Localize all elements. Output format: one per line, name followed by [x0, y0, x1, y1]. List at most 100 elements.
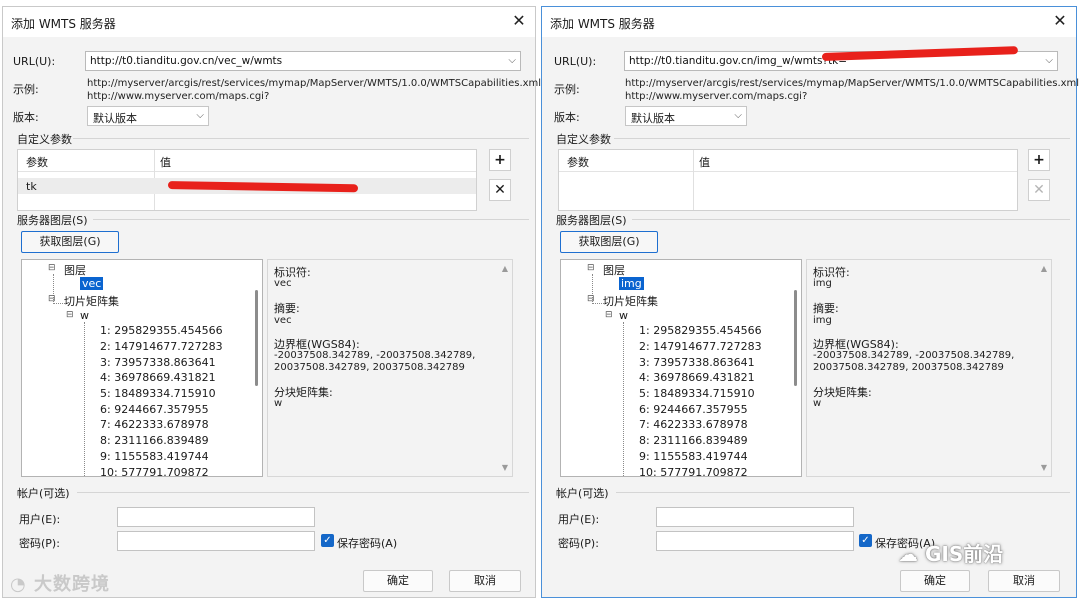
layer-details-panel: 标识符: img 摘要: img 边界框(WGS84): -20037508.3…	[806, 259, 1052, 477]
tree-node-level[interactable]: 2: 147914677.727283	[639, 340, 762, 353]
user-field[interactable]	[656, 507, 854, 527]
tree-node-level[interactable]: 1: 295829355.454566	[639, 324, 762, 337]
tree-node-level[interactable]: 8: 2311166.839489	[100, 434, 209, 447]
scroll-down-icon[interactable]: ▼	[502, 463, 508, 472]
user-field[interactable]	[117, 507, 315, 527]
tree-node-layer[interactable]: img	[619, 277, 644, 290]
layer-details-panel: 标识符: vec 摘要: vec 边界框(WGS84): -20037508.3…	[267, 259, 513, 477]
tree-node-level[interactable]: 3: 73957338.863641	[639, 356, 755, 369]
version-select[interactable]: 默认版本 ⌵	[87, 106, 209, 126]
save-password-checkbox[interactable]: ✓	[859, 534, 872, 547]
example-urls: http://myserver/arcgis/rest/services/mym…	[625, 77, 1079, 103]
cancel-button[interactable]: 取消	[988, 570, 1060, 592]
tree-node-level[interactable]: 9: 1155583.419744	[100, 450, 209, 463]
tree-node-level[interactable]: 9: 1155583.419744	[639, 450, 748, 463]
url-label: URL(U):	[13, 55, 56, 68]
collapse-icon[interactable]: ⊟	[605, 310, 613, 320]
tree-node-level[interactable]: 10: 577791.709872	[639, 466, 748, 476]
tree-node-level[interactable]: 7: 4622333.678978	[639, 418, 748, 431]
password-field[interactable]	[656, 531, 854, 551]
tree-node-level[interactable]: 5: 18489334.715910	[639, 387, 755, 400]
group-divider	[77, 492, 529, 493]
password-field[interactable]	[117, 531, 315, 551]
save-password-checkbox[interactable]: ✓	[321, 534, 334, 547]
url-combobox[interactable]: ⌵	[85, 51, 521, 71]
scroll-up-icon[interactable]: ▲	[502, 264, 508, 273]
tree-node-level[interactable]: 5: 18489334.715910	[100, 387, 216, 400]
version-select[interactable]: 默认版本 ⌵	[625, 106, 747, 126]
tree-node-level[interactable]: 8: 2311166.839489	[639, 434, 748, 447]
watermark-right-text: GIS前沿	[924, 542, 1004, 566]
tree-line	[623, 322, 624, 476]
tree-node-tile-matrix-sets[interactable]: 切片矩阵集	[64, 293, 119, 309]
param-name-cell[interactable]: tk	[26, 180, 37, 193]
identifier-value: vec	[274, 278, 292, 289]
account-label: 帐户(可选)	[17, 487, 70, 500]
add-param-button[interactable]: +	[489, 149, 511, 171]
layer-tree[interactable]: ⊟ 图层 img ⊟ 切片矩阵集 ⊟ w 1: 295829355.454566…	[560, 259, 802, 477]
cancel-button[interactable]: 取消	[449, 570, 521, 592]
remove-param-button[interactable]: ✕	[489, 179, 511, 201]
chevron-down-icon[interactable]: ⌵	[1045, 55, 1053, 66]
url-label: URL(U):	[554, 55, 597, 68]
tree-node-set[interactable]: w	[80, 309, 89, 322]
chevron-down-icon[interactable]: ⌵	[196, 110, 204, 121]
user-input[interactable]	[118, 508, 314, 526]
collapse-icon[interactable]: ⊟	[48, 294, 56, 304]
tree-node-level[interactable]: 6: 9244667.357955	[100, 403, 209, 416]
chevron-down-icon[interactable]: ⌵	[734, 110, 742, 121]
watermark-left: ◔ 大数跨境	[10, 570, 110, 596]
password-input[interactable]	[657, 532, 853, 550]
remove-param-button: ✕	[1028, 179, 1050, 201]
scrollbar-thumb[interactable]	[794, 290, 797, 386]
tree-node-layer[interactable]: vec	[80, 277, 104, 290]
chevron-down-icon[interactable]: ⌵	[508, 55, 516, 66]
details-scrollbar[interactable]: ▲ ▼	[496, 260, 512, 476]
tree-node-set[interactable]: w	[619, 309, 628, 322]
details-scrollbar[interactable]: ▲ ▼	[1035, 260, 1051, 476]
column-separator	[693, 150, 694, 210]
tree-scrollbar[interactable]	[787, 260, 801, 476]
title-bar: 添加 WMTS 服务器 ✕	[3, 7, 535, 37]
scrollbar-thumb[interactable]	[255, 290, 258, 386]
tree-node-level[interactable]: 6: 9244667.357955	[639, 403, 748, 416]
collapse-icon[interactable]: ⊟	[587, 294, 595, 304]
scroll-down-icon[interactable]: ▼	[1041, 463, 1047, 472]
tree-node-level[interactable]: 3: 73957338.863641	[100, 356, 216, 369]
params-table[interactable]: 参数 值 tk	[17, 149, 477, 211]
tree-node-level[interactable]: 7: 4622333.678978	[100, 418, 209, 431]
close-icon[interactable]: ✕	[509, 11, 529, 31]
tree-node-level[interactable]: 4: 36978669.431821	[100, 371, 216, 384]
ok-button[interactable]: 确定	[900, 570, 970, 592]
server-layers-label: 服务器图层(S)	[556, 214, 627, 227]
fetch-layers-button[interactable]: 获取图层(G)	[560, 231, 658, 253]
collapse-icon[interactable]: ⊟	[587, 263, 595, 273]
tree-node-level[interactable]: 10: 577791.709872	[100, 466, 209, 476]
example-url-2: http://www.myserver.com/maps.cgi?	[625, 91, 808, 102]
scroll-up-icon[interactable]: ▲	[1041, 264, 1047, 273]
tree-node-layers[interactable]: 图层	[603, 262, 625, 278]
column-header-value: 值	[160, 156, 171, 169]
user-input[interactable]	[657, 508, 853, 526]
close-icon[interactable]: ✕	[1050, 11, 1070, 31]
layer-tree[interactable]: ⊟ 图层 vec ⊟ 切片矩阵集 ⊟ w 1: 295829355.454566…	[21, 259, 263, 477]
save-password-label[interactable]: 保存密码(A)	[337, 535, 397, 551]
collapse-icon[interactable]: ⊟	[48, 263, 56, 273]
password-input[interactable]	[118, 532, 314, 550]
ok-button[interactable]: 确定	[363, 570, 433, 592]
add-param-button[interactable]: +	[1028, 149, 1050, 171]
tree-node-layers[interactable]: 图层	[64, 262, 86, 278]
params-table-header	[18, 150, 476, 172]
abstract-value: vec	[274, 315, 292, 326]
tree-node-tile-matrix-sets[interactable]: 切片矩阵集	[603, 293, 658, 309]
title-bar: 添加 WMTS 服务器 ✕	[542, 7, 1076, 37]
url-input[interactable]	[86, 52, 520, 70]
tree-scrollbar[interactable]	[248, 260, 262, 476]
fetch-layers-button[interactable]: 获取图层(G)	[21, 231, 119, 253]
collapse-icon[interactable]: ⊟	[66, 310, 74, 320]
tree-node-level[interactable]: 4: 36978669.431821	[639, 371, 755, 384]
params-table-header	[559, 150, 1017, 172]
tree-node-level[interactable]: 2: 147914677.727283	[100, 340, 223, 353]
params-table[interactable]: 参数 值	[558, 149, 1018, 211]
tree-node-level[interactable]: 1: 295829355.454566	[100, 324, 223, 337]
